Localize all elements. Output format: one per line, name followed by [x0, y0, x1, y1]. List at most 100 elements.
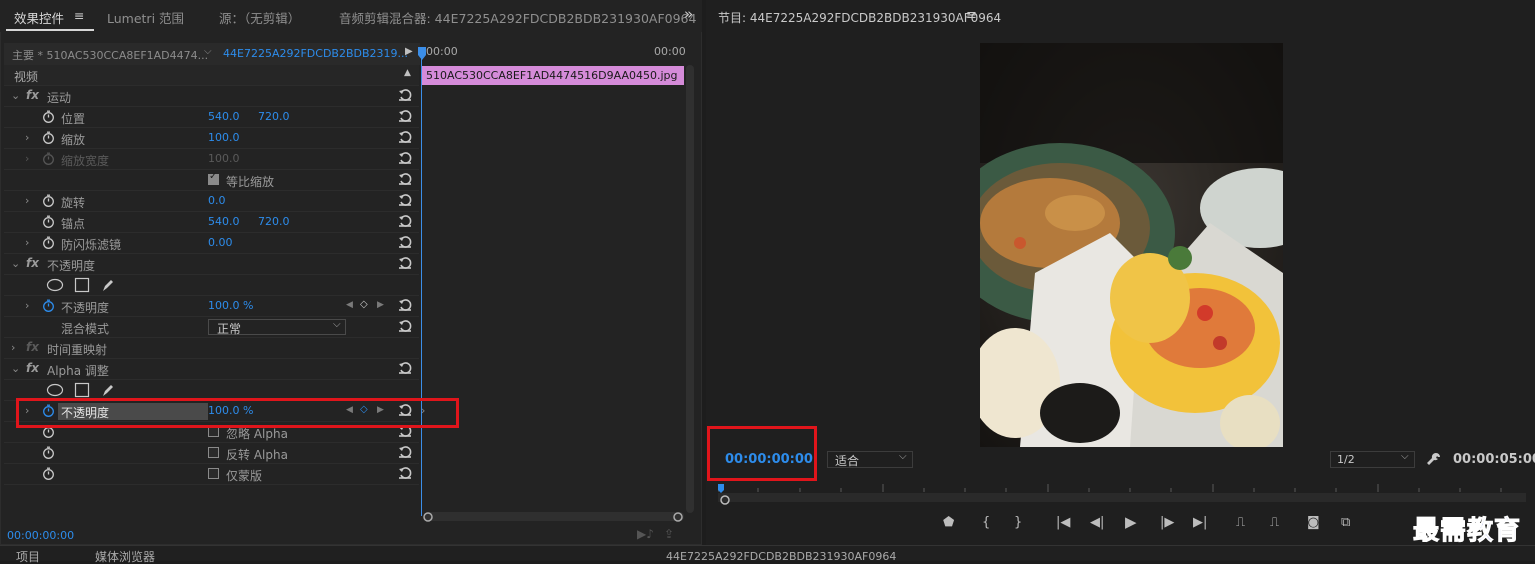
fx-icon[interactable]: fx — [26, 361, 39, 375]
panel-menu-icon[interactable]: ≡ — [966, 8, 977, 23]
play-triangle-icon[interactable]: ▶ — [405, 46, 413, 57]
export-icon[interactable]: ⇪ — [664, 527, 674, 541]
pen-tool-icon[interactable] — [100, 277, 116, 293]
next-keyframe-icon[interactable]: ▶ — [377, 300, 384, 310]
invert-alpha-checkbox[interactable] — [208, 447, 219, 458]
stopwatch-icon[interactable] — [42, 446, 55, 459]
extract-icon[interactable]: ⎍ — [1270, 515, 1279, 530]
panel-menu-icon[interactable]: ≡ — [74, 8, 84, 23]
reset-icon[interactable] — [398, 214, 412, 228]
program-time-ruler[interactable] — [718, 484, 1526, 502]
fit-select[interactable]: 适合 ⌵ — [827, 451, 913, 468]
zoom-handle-icon[interactable] — [719, 494, 731, 506]
chevron-right-icon[interactable]: › — [25, 131, 29, 144]
reset-icon[interactable] — [398, 361, 412, 375]
tab-effect-controls[interactable]: 效果控件 — [14, 8, 64, 27]
go-to-out-icon[interactable]: ▶| — [1193, 515, 1207, 530]
fx-icon[interactable]: fx — [26, 88, 39, 102]
reset-icon[interactable] — [398, 256, 412, 270]
reset-icon[interactable] — [398, 151, 412, 165]
step-forward-icon[interactable]: |▶ — [1160, 515, 1174, 530]
prev-keyframe-icon[interactable]: ◀ — [346, 300, 353, 310]
reset-icon[interactable] — [398, 298, 412, 312]
scroll-handle-right-icon[interactable] — [672, 511, 684, 523]
reset-icon[interactable] — [398, 319, 412, 333]
rectangle-mask-icon[interactable] — [74, 277, 90, 293]
position-x-value[interactable]: 540.0 — [208, 110, 240, 123]
fx-icon[interactable]: fx — [26, 256, 39, 270]
horizontal-scrollbar[interactable] — [424, 512, 684, 521]
comparison-view-icon[interactable]: ⧉ — [1341, 515, 1350, 530]
chevron-expanded-icon[interactable]: ⌄ — [11, 257, 20, 270]
more-tabs-icon[interactable]: » — [684, 5, 693, 23]
stopwatch-icon[interactable] — [42, 467, 55, 480]
chevron-expanded-icon[interactable]: ⌄ — [11, 362, 20, 375]
blend-mode-select[interactable]: 正常 ⌵ — [208, 319, 346, 336]
ellipse-mask-icon[interactable] — [46, 278, 64, 292]
chevron-right-icon[interactable]: › — [25, 194, 29, 207]
tab-sequence[interactable]: 44E7225A292FDCDB2BDB231930AF0964 — [666, 551, 896, 562]
go-to-in-icon[interactable]: |◀ — [1056, 515, 1070, 530]
step-back-icon[interactable]: ◀| — [1090, 515, 1104, 530]
tab-lumetri-scopes[interactable]: Lumetri 范围 — [107, 8, 184, 27]
play-icon[interactable]: ▶ — [1125, 513, 1137, 531]
scale-value[interactable]: 100.0 — [208, 131, 240, 144]
export-frame-camera-icon[interactable]: ◙ — [1307, 515, 1320, 530]
tab-media-browser[interactable]: 媒体浏览器 — [95, 551, 155, 563]
position-y-value[interactable]: 720.0 — [258, 110, 290, 123]
mask-only-checkbox[interactable] — [208, 468, 219, 479]
chevron-right-icon[interactable]: › — [11, 341, 15, 354]
current-time-display[interactable]: 00:00:00:00 — [7, 529, 74, 542]
sequence-clip-label[interactable]: 44E7225A292FDCDB2BDB2319... — [223, 47, 408, 60]
ellipse-mask-icon[interactable] — [46, 383, 64, 397]
pen-tool-icon[interactable] — [100, 382, 116, 398]
reset-icon[interactable] — [398, 172, 412, 186]
stopwatch-icon[interactable] — [42, 215, 55, 228]
opacity-group-row[interactable]: ⌄ fx 不透明度 — [4, 254, 419, 275]
time-remap-row[interactable]: › fx 时间重映射 — [4, 338, 419, 359]
chevron-right-icon[interactable]: › — [25, 299, 29, 312]
tab-source[interactable]: 源：（无剪辑） — [219, 8, 300, 27]
reset-icon[interactable] — [398, 445, 412, 459]
wrench-settings-icon[interactable] — [1426, 451, 1442, 467]
add-marker-icon[interactable]: ⬟ — [943, 515, 954, 530]
reset-icon[interactable] — [398, 193, 412, 207]
rotation-value[interactable]: 0.0 — [208, 194, 226, 207]
mark-in-icon[interactable]: { — [982, 515, 990, 530]
fx-icon[interactable]: fx — [26, 340, 39, 354]
alpha-group-row[interactable]: ⌄ fx Alpha 调整 — [4, 359, 419, 380]
playhead-marker-icon[interactable] — [417, 47, 427, 61]
opacity-value[interactable]: 100.0 % — [208, 299, 253, 312]
scroll-handle-left-icon[interactable] — [422, 511, 434, 523]
stopwatch-icon[interactable] — [42, 194, 55, 207]
add-keyframe-icon[interactable]: ◇ — [360, 299, 368, 310]
anchor-x-value[interactable]: 540.0 — [208, 215, 240, 228]
reset-icon[interactable] — [398, 235, 412, 249]
program-monitor-title[interactable]: 节目: 44E7225A292FDCDB2BDB231930AF0964 — [718, 9, 1001, 26]
chevron-down-icon[interactable]: ⌵ — [204, 46, 212, 57]
collapse-up-icon[interactable]: ▲ — [404, 68, 411, 78]
stopwatch-icon[interactable] — [42, 131, 55, 144]
reset-icon[interactable] — [398, 466, 412, 480]
stopwatch-active-icon[interactable] — [42, 299, 55, 312]
lift-icon[interactable]: ⎍ — [1236, 515, 1245, 530]
rectangle-mask-icon[interactable] — [74, 382, 90, 398]
vertical-scrollbar[interactable] — [686, 65, 694, 513]
reset-icon[interactable] — [398, 130, 412, 144]
flicker-value[interactable]: 0.00 — [208, 236, 233, 249]
reset-icon[interactable] — [398, 88, 412, 102]
resolution-select[interactable]: 1/2 ⌵ — [1330, 451, 1415, 468]
chevron-expanded-icon[interactable]: ⌄ — [11, 89, 20, 102]
chevron-right-icon[interactable]: › — [25, 236, 29, 249]
master-clip-label[interactable]: 主要 * 510AC530CCA8EF1AD4474... — [12, 47, 208, 63]
stopwatch-icon[interactable] — [42, 110, 55, 123]
stopwatch-icon[interactable] — [42, 236, 55, 249]
tab-project[interactable]: 项目 — [16, 551, 40, 563]
program-timecode[interactable]: 00:00:00:00 — [725, 452, 813, 467]
motion-row[interactable]: ⌄ fx 运动 — [4, 86, 419, 107]
mark-out-icon[interactable]: } — [1014, 515, 1022, 530]
audio-only-icon[interactable]: ▶♪ — [637, 527, 654, 541]
tab-audio-clip-mixer[interactable]: 音频剪辑混合器: 44E7225A292FDCDB2BDB231930AF096… — [339, 8, 696, 27]
reset-icon[interactable] — [398, 109, 412, 123]
anchor-y-value[interactable]: 720.0 — [258, 215, 290, 228]
